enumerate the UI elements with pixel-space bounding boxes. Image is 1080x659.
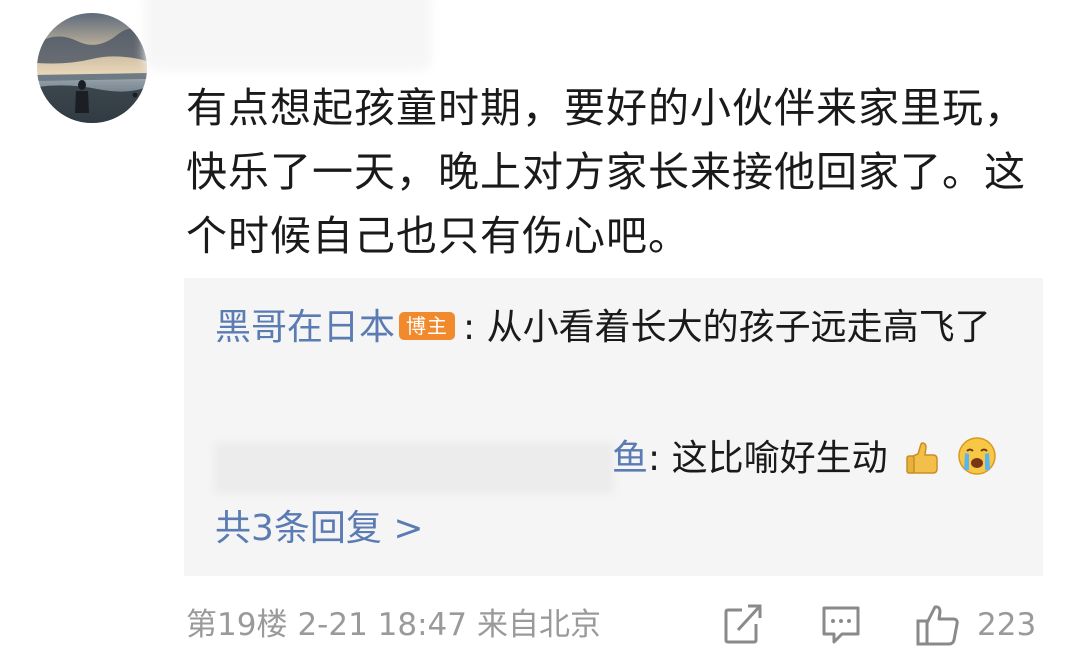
comment-text: 有点想起孩童时期，要好的小伙伴来家里玩，快乐了一天，晚上对方家长来接他回家了。这… — [186, 84, 1026, 260]
comment-location: 来自北京 — [477, 607, 601, 643]
reply-separator: : — [648, 438, 661, 479]
username-blurred — [152, 0, 424, 63]
comment-meta: 第19楼 2-21 18:47 来自北京 — [186, 603, 611, 647]
crying-face-emoji — [957, 436, 997, 493]
reply-author-blurred — [220, 448, 608, 488]
reply-separator: : — [463, 307, 476, 348]
reply-item[interactable]: 鱼: 这比喻好生动 — [612, 431, 997, 493]
thumbs-up-icon — [916, 605, 959, 646]
floor-number: 第19楼 — [186, 607, 288, 643]
replies-box[interactable]: 黑哥在日本 博主: 从小看着长大的孩子远走高飞了 鱼: 这比喻好生动 共3条回复… — [184, 278, 1043, 576]
reply-button[interactable] — [820, 602, 862, 648]
reply-item[interactable]: 黑哥在日本 博主: 从小看着长大的孩子远走高飞了 — [215, 300, 1015, 356]
avatar-image — [37, 13, 147, 123]
share-button[interactable] — [722, 602, 764, 648]
author-badge: 博主 — [399, 312, 456, 340]
comment-icon — [822, 606, 860, 644]
like-button[interactable]: 223 — [915, 602, 1036, 648]
more-replies-link[interactable]: 共3条回复 > — [215, 501, 424, 557]
avatar[interactable] — [37, 13, 147, 123]
like-count: 223 — [977, 607, 1037, 643]
reply-text: 这比喻好生动 — [671, 438, 888, 479]
reply-text: 从小看着长大的孩子远走高飞了 — [486, 307, 991, 348]
comment-time: 2-21 18:47 — [297, 607, 467, 643]
comment-card: 有点想起孩童时期，要好的小伙伴来家里玩，快乐了一天，晚上对方家长来接他回家了。这… — [0, 0, 1080, 659]
reply-author-tail[interactable]: 鱼 — [612, 438, 648, 479]
share-icon — [724, 604, 762, 644]
thumbs-up-emoji — [905, 437, 939, 493]
reply-author[interactable]: 黑哥在日本 — [215, 307, 395, 348]
